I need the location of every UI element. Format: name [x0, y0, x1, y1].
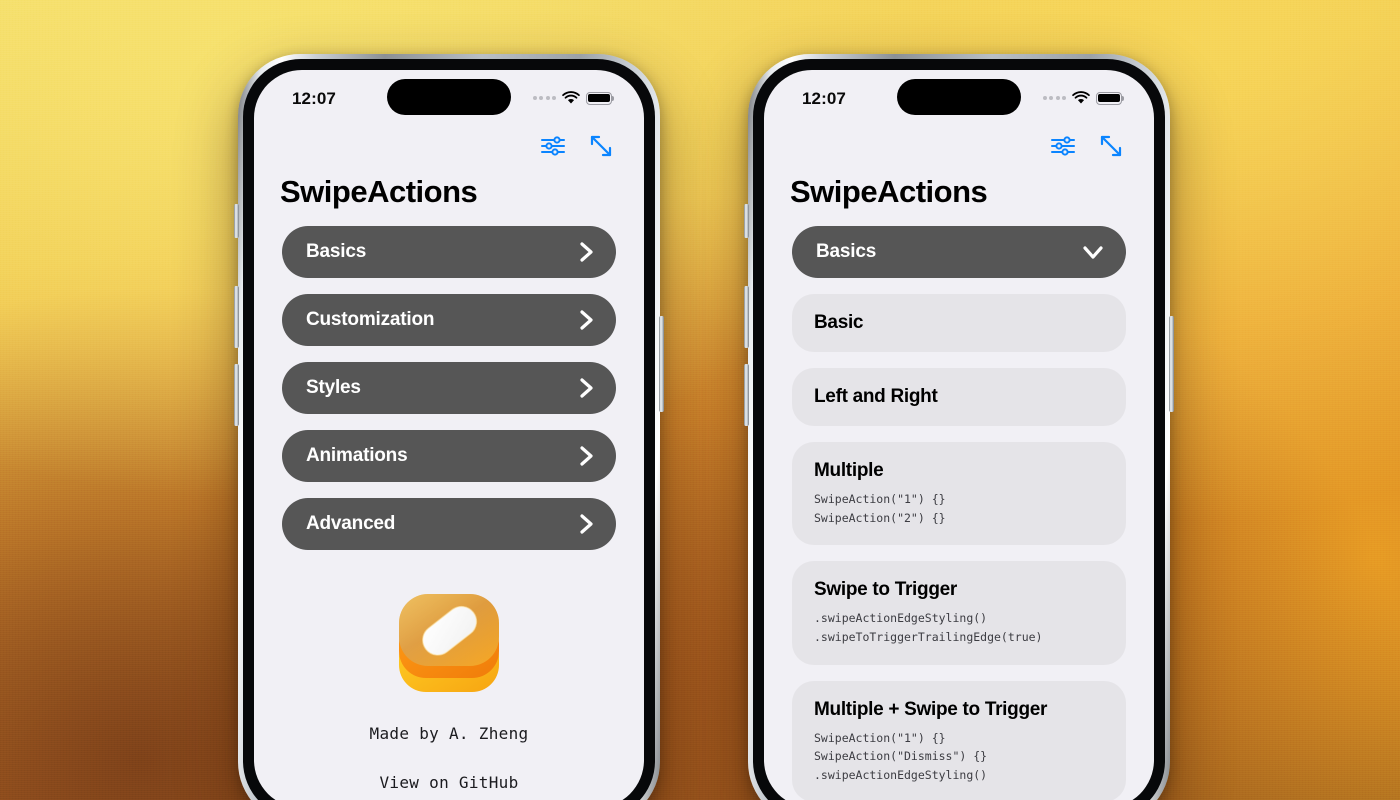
card-title: Multiple + Swipe to Trigger	[814, 698, 1048, 720]
menu-item-customization[interactable]: Customization	[282, 294, 616, 346]
phone-screen-right: 12:07 SwipeActions Basics Basic Left and…	[764, 70, 1154, 800]
example-card-multiple-plus-swipe-to-trigger[interactable]: Multiple + Swipe to Trigger SwipeAction(…	[792, 680, 1126, 800]
sliders-icon[interactable]	[540, 135, 566, 157]
silent-switch[interactable]	[744, 204, 749, 238]
example-card-basic[interactable]: Basic	[792, 294, 1126, 352]
status-bar-time: 12:07	[802, 88, 846, 108]
menu-item-animations[interactable]: Animations	[282, 430, 616, 482]
cellular-dots-icon	[1042, 96, 1066, 100]
cellular-dots-icon	[532, 96, 556, 100]
status-bar-time: 12:07	[292, 88, 336, 108]
card-title: Left and Right	[814, 386, 938, 407]
section-list: Basics Basic Left and Right Multiple Swi…	[764, 210, 1154, 800]
made-by-text: Made by A. Zheng	[369, 724, 529, 743]
chevron-right-icon	[580, 378, 593, 398]
card-title: Swipe to Trigger	[814, 579, 957, 601]
chevron-down-icon	[1083, 245, 1103, 259]
silent-switch[interactable]	[234, 204, 239, 238]
power-button[interactable]	[1169, 316, 1174, 412]
menu-item-styles[interactable]: Styles	[282, 362, 616, 414]
volume-up-button[interactable]	[744, 286, 749, 348]
power-button[interactable]	[659, 316, 664, 412]
phone-device-right: 12:07 SwipeActions Basics Basic Left and…	[744, 54, 1174, 800]
page-title: SwipeActions	[790, 174, 988, 209]
card-code-snippet: SwipeAction("1") {} SwipeAction("Dismiss…	[814, 730, 988, 782]
background-grain	[0, 0, 1400, 800]
phone-device-left: 12:07 SwipeActions Basics Customization …	[234, 54, 664, 800]
chevron-right-icon	[580, 242, 593, 262]
wifi-icon	[562, 91, 580, 104]
menu-item-label: Basics	[306, 241, 367, 262]
volume-up-button[interactable]	[234, 286, 239, 348]
menu-item-label: Styles	[306, 377, 361, 398]
example-card-multiple[interactable]: Multiple SwipeAction("1") {} SwipeAction…	[792, 442, 1126, 546]
github-link[interactable]: View on GitHub	[282, 773, 616, 792]
expand-diagonal-arrows-icon[interactable]	[588, 133, 614, 159]
navigation-toolbar	[764, 124, 1154, 164]
phone-bezel-left: 12:07 SwipeActions Basics Customization …	[243, 59, 655, 800]
volume-down-button[interactable]	[744, 364, 749, 426]
phone-bezel-right: 12:07 SwipeActions Basics Basic Left and…	[753, 59, 1165, 800]
menu-list: Basics Customization Styles Animations A…	[254, 210, 644, 800]
menu-item-label: Customization	[306, 309, 435, 330]
dynamic-island	[387, 79, 511, 115]
menu-item-advanced[interactable]: Advanced	[282, 498, 616, 550]
status-bar-indicators	[532, 91, 615, 105]
card-code-snippet: .swipeActionEdgeStyling() .swipeToTrigge…	[814, 611, 1043, 644]
chevron-right-icon	[580, 514, 593, 534]
card-title: Basic	[814, 312, 864, 333]
expand-diagonal-arrows-icon[interactable]	[1098, 133, 1124, 159]
volume-down-button[interactable]	[234, 364, 239, 426]
menu-item-basics[interactable]: Basics	[282, 226, 616, 278]
card-code-snippet: SwipeAction("1") {} SwipeAction("2") {}	[814, 492, 946, 525]
swipeactions-app-icon	[399, 594, 499, 692]
battery-icon	[586, 91, 615, 105]
example-card-swipe-to-trigger[interactable]: Swipe to Trigger .swipeActionEdgeStyling…	[792, 561, 1126, 665]
status-bar: 12:07	[254, 70, 644, 124]
card-title: Multiple	[814, 460, 884, 481]
menu-item-label: Animations	[306, 445, 408, 466]
app-footer: Made by A. Zheng View on GitHub	[282, 586, 616, 792]
menu-item-basics-expanded[interactable]: Basics	[792, 226, 1126, 278]
example-card-left-and-right[interactable]: Left and Right	[792, 368, 1126, 426]
chevron-right-icon	[580, 446, 593, 466]
phone-screen-left: 12:07 SwipeActions Basics Customization …	[254, 70, 644, 800]
page-title: SwipeActions	[280, 174, 478, 209]
wifi-icon	[1072, 91, 1090, 104]
chevron-right-icon	[580, 310, 593, 330]
navigation-toolbar	[254, 124, 644, 164]
screenshot-stage: 12:07 SwipeActions Basics Customization …	[0, 0, 1400, 800]
menu-item-label: Advanced	[306, 513, 396, 534]
sliders-icon[interactable]	[1050, 135, 1076, 157]
dynamic-island	[897, 79, 1021, 115]
battery-icon	[1096, 91, 1125, 105]
menu-item-label: Basics	[816, 241, 877, 262]
status-bar: 12:07	[764, 70, 1154, 124]
status-bar-indicators	[1042, 91, 1125, 105]
